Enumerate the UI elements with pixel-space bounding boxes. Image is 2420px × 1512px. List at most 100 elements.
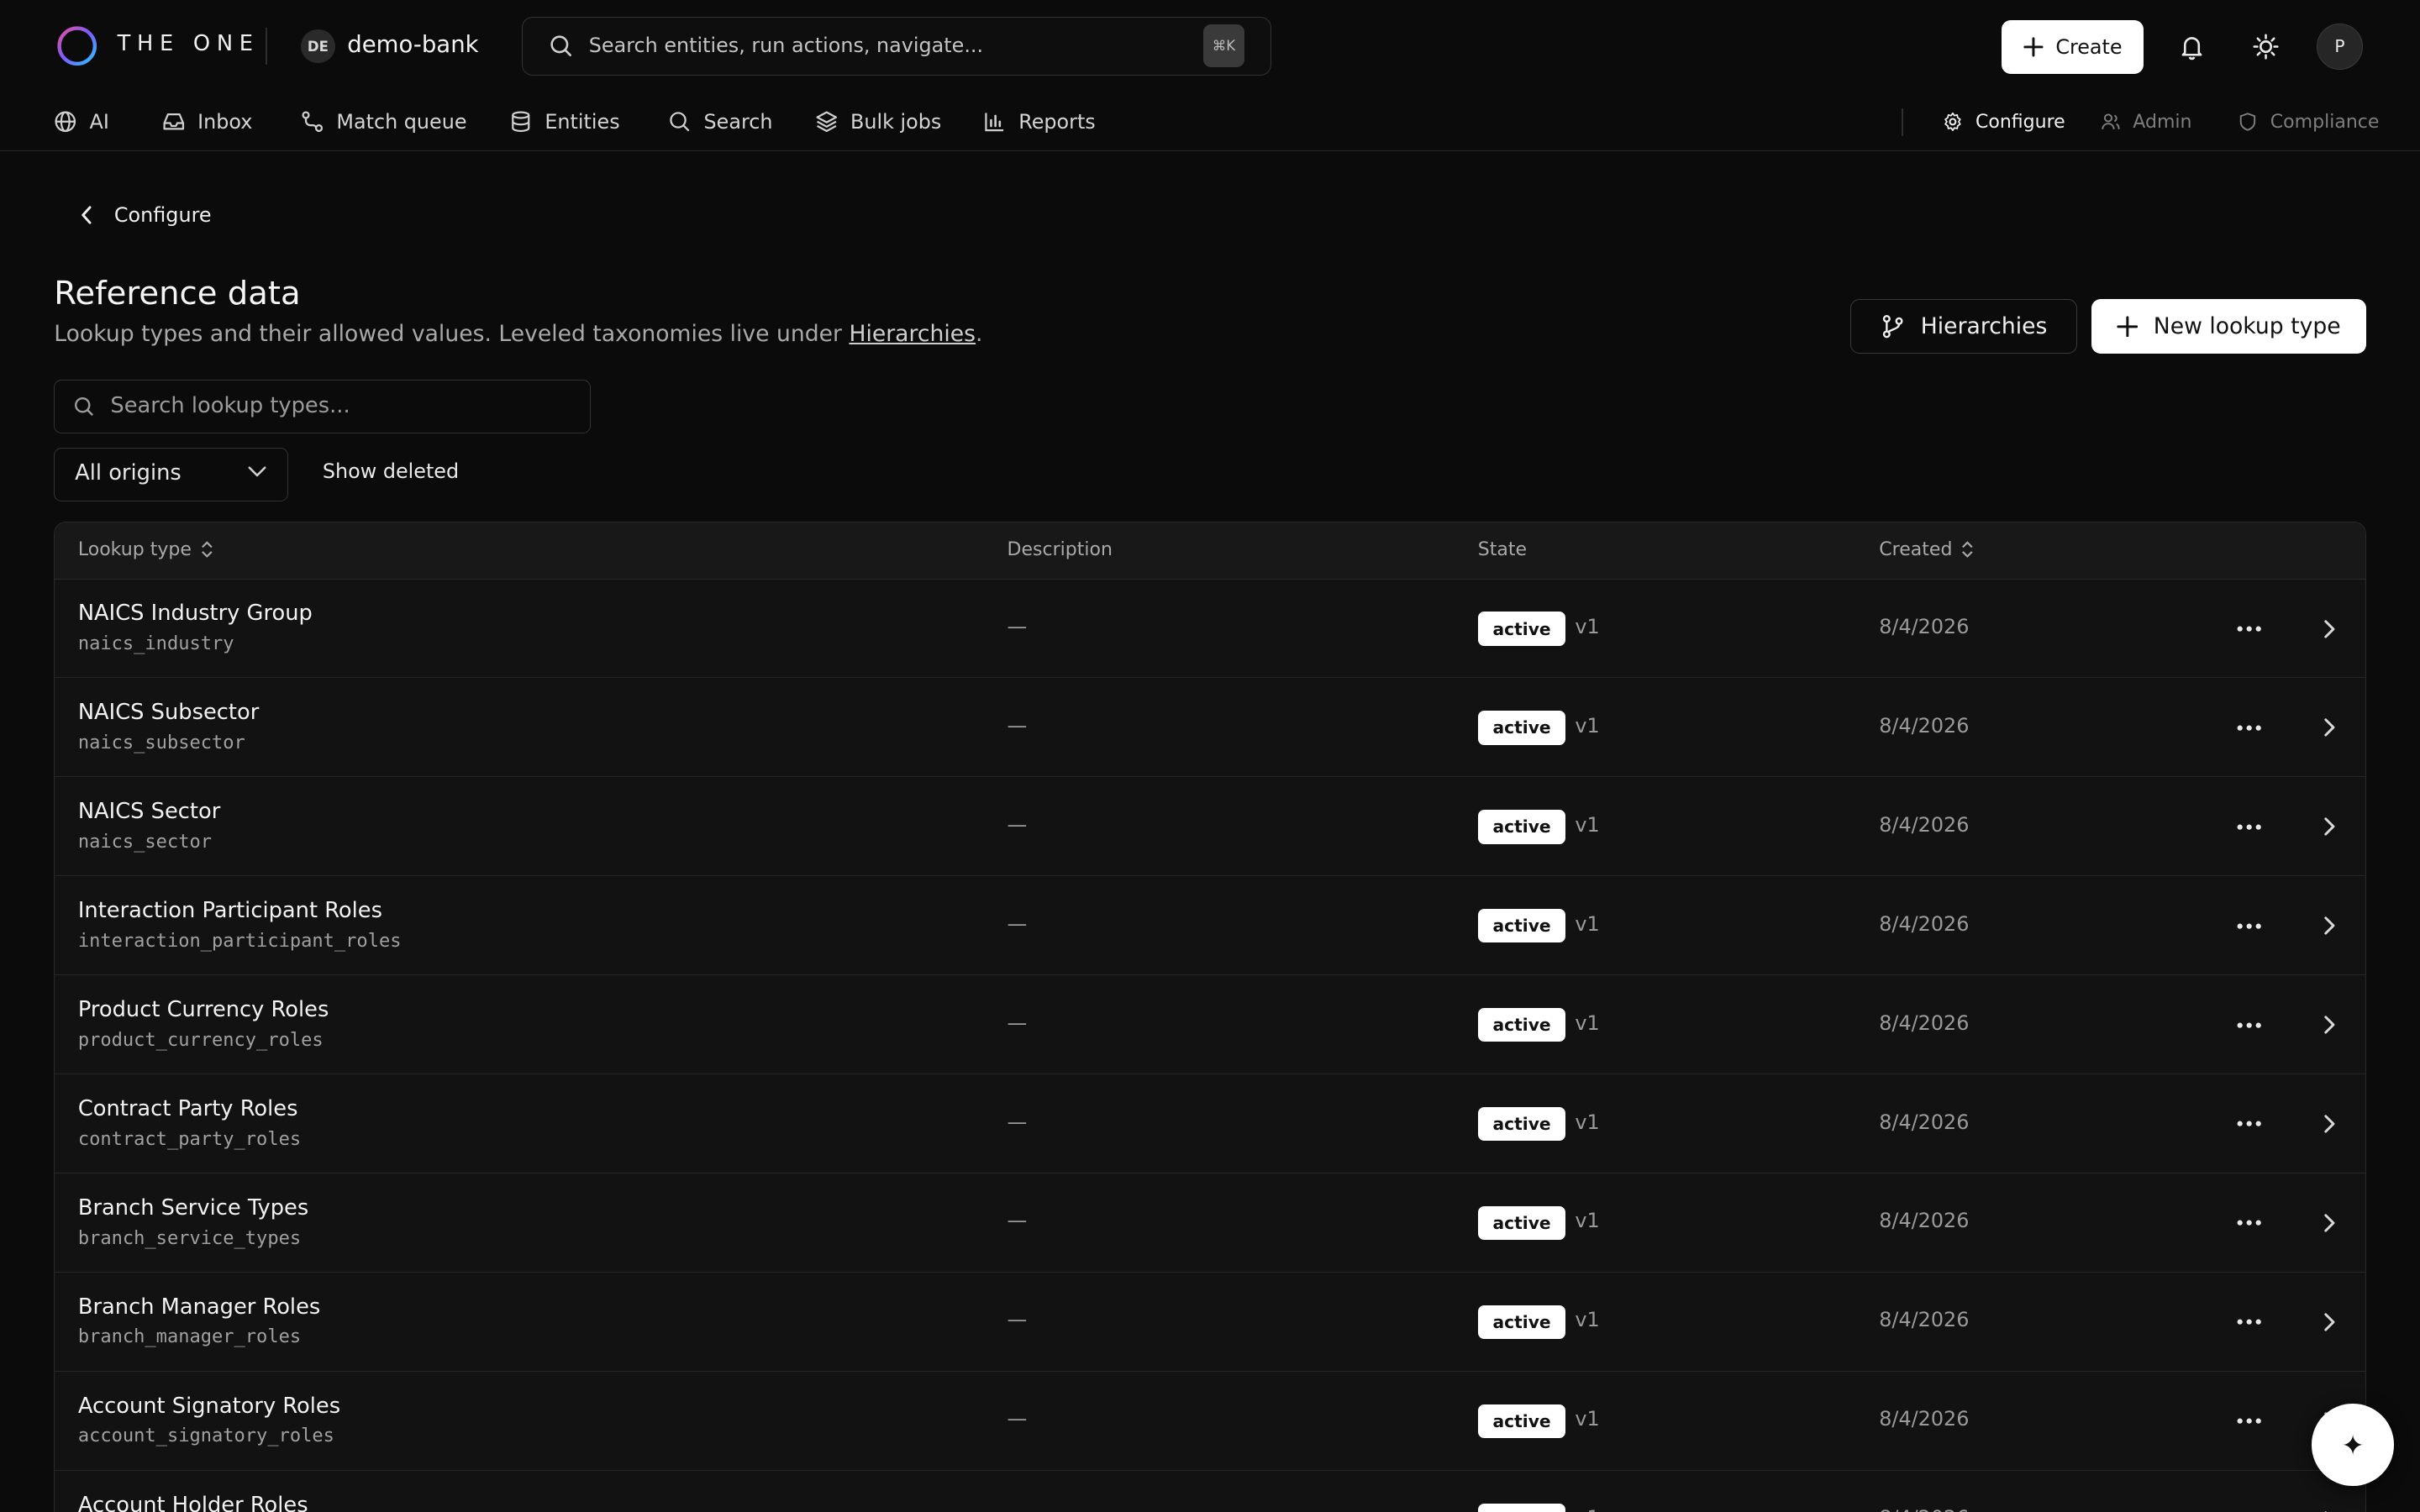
chevron-right-icon[interactable] xyxy=(2317,1109,2342,1140)
version-label: v1 xyxy=(1575,1506,1599,1512)
subtitle-end: . xyxy=(976,321,983,348)
more-actions-icon[interactable] xyxy=(2234,1208,2265,1239)
nav-admin[interactable]: Admin xyxy=(2101,107,2192,138)
nav-configure[interactable]: Configure xyxy=(1943,107,2065,138)
top-bar: THE ONE DE demo-bank Search entities, ru… xyxy=(0,0,2420,92)
chevron-right-icon[interactable] xyxy=(2317,811,2342,843)
state-badge: active xyxy=(1477,1106,1566,1142)
chevron-right-icon[interactable] xyxy=(2317,1504,2342,1512)
created-date: 8/4/2026 xyxy=(1879,911,1970,936)
hierarchies-link[interactable]: Hierarchies xyxy=(849,321,976,347)
table-row[interactable]: NAICS Industry Group naics_industry — activ… xyxy=(55,579,2365,679)
more-actions-icon[interactable] xyxy=(2234,613,2265,644)
page-title: Reference data xyxy=(54,274,301,312)
search-icon xyxy=(550,34,572,56)
table-row[interactable]: Account Signatory Roles account_signatory… xyxy=(55,1372,2365,1471)
lookup-type-name[interactable]: Branch Service Types xyxy=(78,1195,308,1221)
lookup-type-description: — xyxy=(1007,812,1028,837)
nav-label: Reports xyxy=(1018,110,1096,134)
globe-icon xyxy=(55,111,76,133)
create-button[interactable]: Create xyxy=(2002,19,2144,75)
lookup-type-name[interactable]: Contract Party Roles xyxy=(78,1096,298,1121)
search-icon xyxy=(670,112,690,132)
lookup-type-name[interactable]: NAICS Subsector xyxy=(78,700,259,725)
more-actions-icon[interactable] xyxy=(2234,1405,2265,1436)
chevron-right-icon[interactable] xyxy=(2317,1010,2342,1041)
app-root: THE ONE DE demo-bank Search entities, ru… xyxy=(0,0,2420,1512)
more-actions-icon[interactable] xyxy=(2234,1504,2265,1512)
notifications-button[interactable] xyxy=(2170,24,2212,67)
database-icon xyxy=(512,111,530,133)
logo-ring-icon xyxy=(57,26,97,66)
theme-toggle[interactable] xyxy=(2244,24,2287,67)
ai-assistant-button[interactable]: ✦ xyxy=(2312,1404,2394,1486)
nav-inbox[interactable]: Inbox xyxy=(162,107,252,138)
plus-icon xyxy=(2117,315,2139,337)
lookup-type-name[interactable]: Branch Manager Roles xyxy=(78,1294,320,1320)
created-date: 8/4/2026 xyxy=(1879,1011,1970,1035)
more-actions-icon[interactable] xyxy=(2234,1109,2265,1140)
chevron-right-icon[interactable] xyxy=(2317,1307,2342,1338)
nav-compliance[interactable]: Compliance xyxy=(2238,107,2379,138)
lookup-type-name[interactable]: NAICS Sector xyxy=(78,799,220,824)
lookup-type-name[interactable]: Product Currency Roles xyxy=(78,997,329,1022)
column-lookup-type[interactable]: Lookup type xyxy=(78,539,213,560)
version-label: v1 xyxy=(1575,911,1600,936)
nav-ai[interactable]: AI xyxy=(54,107,109,138)
more-actions-icon[interactable] xyxy=(2234,911,2265,942)
shield-icon xyxy=(2239,113,2256,131)
lookup-type-name[interactable]: Account Holder Roles xyxy=(78,1493,308,1512)
column-state: State xyxy=(1478,539,1527,560)
chevron-right-icon[interactable] xyxy=(2317,911,2342,942)
table-row[interactable]: NAICS Sector naics_sector — active v1 8/4/202… xyxy=(55,777,2365,877)
version-label: v1 xyxy=(1575,1110,1600,1134)
state-badge: active xyxy=(1477,1007,1566,1042)
more-actions-icon[interactable] xyxy=(2234,1010,2265,1041)
show-deleted-toggle[interactable]: Show deleted xyxy=(323,459,459,483)
back-link[interactable]: Configure xyxy=(81,203,212,227)
table-row[interactable]: Interaction Participant Roles interaction… xyxy=(55,876,2365,976)
created-date: 8/4/2026 xyxy=(1879,1209,1970,1233)
nav-search[interactable]: Search xyxy=(668,107,773,138)
nav-label: Admin xyxy=(2133,111,2192,133)
user-avatar[interactable]: P xyxy=(2316,23,2363,70)
chevron-right-icon[interactable] xyxy=(2317,613,2342,644)
lookup-type-name[interactable]: Account Signatory Roles xyxy=(78,1394,340,1419)
nav-reports[interactable]: Reports xyxy=(983,107,1096,138)
more-actions-icon[interactable] xyxy=(2234,1307,2265,1338)
lookup-type-code: naics_industry xyxy=(77,633,234,655)
nav-entities[interactable]: Entities xyxy=(509,107,620,138)
column-created[interactable]: Created xyxy=(1879,539,1974,560)
new-lookup-type-button[interactable]: New lookup type xyxy=(2091,299,2366,354)
nav-divider xyxy=(1901,108,1903,136)
more-actions-icon[interactable] xyxy=(2234,811,2265,843)
chevron-right-icon[interactable] xyxy=(2317,712,2342,743)
brand-name: THE ONE xyxy=(117,30,260,56)
origin-filter-select[interactable]: All origins xyxy=(54,447,289,501)
org-badge[interactable]: DE xyxy=(301,29,335,64)
users-icon xyxy=(2102,113,2120,130)
hierarchies-button[interactable]: Hierarchies xyxy=(1850,299,2078,354)
lookup-type-name[interactable]: NAICS Industry Group xyxy=(78,601,313,626)
nav-bulk-jobs[interactable]: Bulk jobs xyxy=(815,107,942,138)
more-actions-icon[interactable] xyxy=(2234,712,2265,743)
table-row[interactable]: Product Currency Roles product_currency_r… xyxy=(55,975,2365,1074)
table-row[interactable]: NAICS Subsector naics_subsector — active v1 8… xyxy=(55,678,2365,778)
table-row[interactable]: Branch Service Types branch_service_types… xyxy=(55,1173,2365,1273)
nav-label: Compliance xyxy=(2270,111,2380,133)
git-branch-icon xyxy=(1882,314,1903,339)
sparkle-icon: ✦ xyxy=(2341,1428,2365,1462)
sun-icon xyxy=(2253,34,2279,60)
command-search[interactable]: Search entities, run actions, navigate..… xyxy=(521,17,1272,76)
lookup-type-name[interactable]: Interaction Participant Roles xyxy=(78,898,382,923)
nav-match-queue[interactable]: Match queue xyxy=(301,107,467,138)
chevron-right-icon[interactable] xyxy=(2317,1208,2342,1239)
table-row[interactable]: Contract Party Roles contract_party_roles… xyxy=(55,1074,2365,1173)
lookup-search-input[interactable]: Search lookup types... xyxy=(54,379,592,434)
state-badge: active xyxy=(1477,1404,1566,1439)
nav-label: Bulk jobs xyxy=(850,110,942,134)
table-row[interactable]: Branch Manager Roles branch_manager_roles… xyxy=(55,1273,2365,1372)
lookup-type-code: contract_party_roles xyxy=(77,1128,302,1150)
org-switcher[interactable]: demo-bank xyxy=(347,31,478,58)
table-row[interactable]: Account Holder Rolesaccount_holder_roles… xyxy=(55,1471,2365,1512)
